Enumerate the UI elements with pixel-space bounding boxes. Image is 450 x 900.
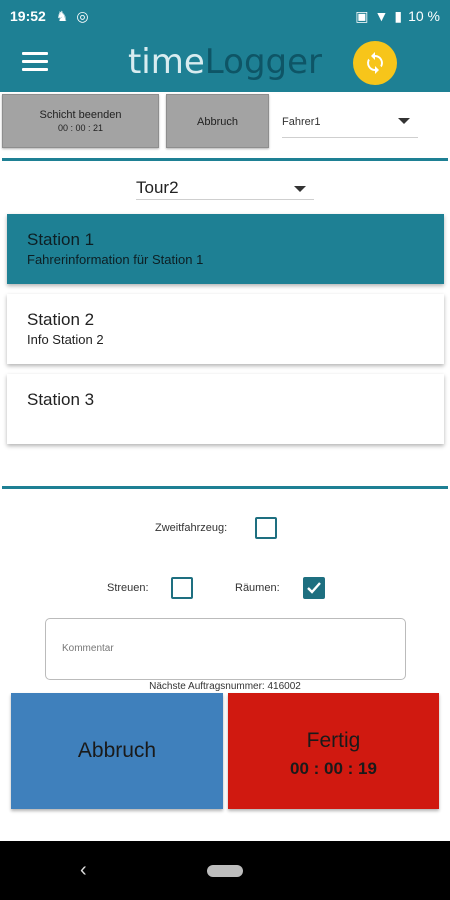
station-info: Fahrerinformation für Station 1 [27, 252, 204, 267]
system-nav-bar: ‹ [0, 841, 450, 900]
divider-top [2, 158, 448, 161]
end-shift-button[interactable]: Schicht beenden 00 : 00 : 21 [2, 94, 159, 148]
chevron-down-icon [294, 186, 306, 192]
app-bar: timeLogger [0, 32, 450, 92]
spread-checkbox[interactable] [171, 577, 193, 599]
next-order-number: Nächste Auftragsnummer: 416002 [149, 681, 301, 692]
wifi-icon: ▼ [374, 8, 389, 24]
second-vehicle-checkbox[interactable] [255, 517, 277, 539]
battery-level: 10 % [408, 8, 440, 24]
comment-placeholder: Kommentar [62, 643, 114, 654]
vibrate-icon: ▣ [355, 7, 369, 24]
abort-shift-button[interactable]: Abbruch [166, 94, 269, 148]
app-title-part2: Logger [204, 42, 323, 82]
divider-bottom [2, 486, 448, 489]
chevron-down-icon [398, 118, 410, 124]
station-info: Info Station 2 [27, 332, 104, 347]
driver-selected: Fahrer1 [282, 116, 321, 128]
abort-button[interactable]: Abbruch [11, 693, 223, 809]
spread-label: Streuen: [107, 582, 149, 594]
sync-status-icon: ◎ [76, 7, 89, 24]
shift-controls: Schicht beenden 00 : 00 : 21 Abbruch Fah… [0, 94, 450, 150]
home-pill-icon[interactable] [207, 865, 243, 877]
check-icon [307, 582, 321, 594]
clear-label: Räumen: [235, 582, 280, 594]
station-item-3[interactable]: Station 3 [7, 374, 444, 444]
end-shift-label: Schicht beenden [39, 109, 122, 121]
driver-select[interactable]: Fahrer1 [282, 108, 418, 138]
status-right: ▣ ▼ ▮ 10 % [355, 8, 440, 25]
comment-input[interactable]: Kommentar [45, 618, 406, 680]
done-label: Fertig [306, 729, 361, 752]
done-button[interactable]: Fertig 00 : 00 : 19 [228, 693, 439, 809]
tour-selected: Tour2 [136, 178, 179, 197]
sync-icon [367, 52, 383, 74]
done-timer: 00 : 00 : 19 [290, 759, 377, 778]
second-vehicle-label: Zweitfahrzeug: [155, 522, 228, 534]
status-bar: 19:52 ♞ ◎ ▣ ▼ ▮ 10 % [0, 0, 450, 32]
station-name: Station 2 [27, 310, 95, 329]
back-icon[interactable]: ‹ [80, 859, 87, 882]
station-item-1[interactable]: Station 1 Fahrerinformation für Station … [7, 214, 444, 284]
sync-button[interactable] [353, 41, 397, 85]
app-title-part1: time [127, 42, 205, 82]
status-time: 19:52 [10, 8, 46, 24]
shift-timer: 00 : 00 : 21 [57, 123, 104, 133]
notification-icon: ♞ [55, 7, 69, 24]
tour-select[interactable]: Tour2 [136, 178, 314, 200]
station-name: Station 1 [27, 230, 95, 249]
station-item-2[interactable]: Station 2 Info Station 2 [7, 294, 444, 364]
clear-checkbox[interactable] [303, 577, 325, 599]
station-name: Station 3 [27, 390, 95, 409]
battery-icon: ▮ [394, 7, 403, 24]
